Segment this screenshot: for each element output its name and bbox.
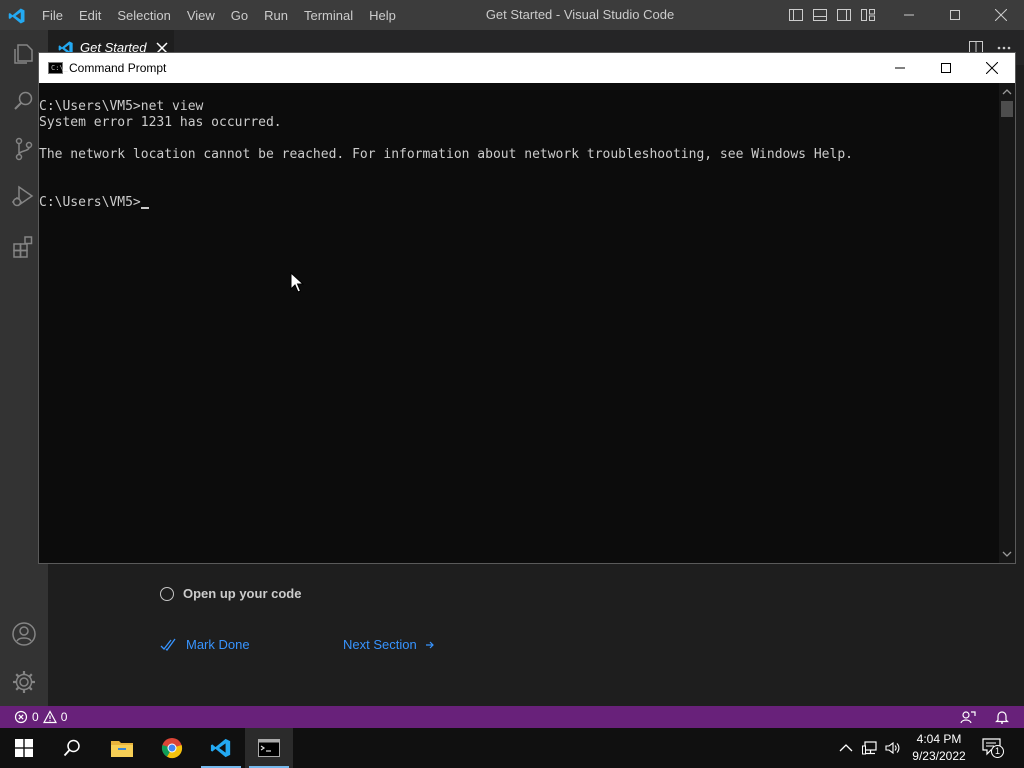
maximize-button[interactable] bbox=[932, 0, 978, 30]
network-icon[interactable] bbox=[862, 740, 878, 756]
double-check-icon bbox=[160, 638, 176, 651]
console-line: C:\Users\VM5>net view bbox=[39, 99, 204, 114]
menu-help[interactable]: Help bbox=[361, 8, 404, 23]
step-label: Open up your code bbox=[183, 586, 302, 601]
chrome-icon bbox=[161, 738, 183, 759]
notifications-bell-icon[interactable] bbox=[994, 709, 1010, 725]
menu-file[interactable]: File bbox=[34, 8, 71, 23]
console-output[interactable]: C:\Users\VM5>net view System error 1231 … bbox=[39, 83, 999, 563]
mouse-pointer-icon bbox=[290, 272, 304, 293]
manage-gear-icon[interactable] bbox=[10, 668, 38, 696]
cmd-window-controls bbox=[877, 53, 1015, 83]
cmd-title: Command Prompt bbox=[69, 61, 167, 75]
error-icon bbox=[14, 710, 28, 724]
minimize-button[interactable] bbox=[886, 0, 932, 30]
windows-taskbar: 4:04 PM 9/23/2022 1 bbox=[0, 728, 1024, 768]
cmd-app-icon: C:\_ bbox=[48, 62, 68, 74]
next-section-link[interactable]: Next Section bbox=[343, 637, 435, 652]
menu-edit[interactable]: Edit bbox=[71, 8, 109, 23]
scroll-down-arrow-icon[interactable] bbox=[1002, 549, 1012, 559]
walkthrough-step[interactable]: Open up your code bbox=[160, 586, 301, 601]
explorer-icon[interactable] bbox=[10, 40, 38, 68]
run-debug-icon[interactable] bbox=[10, 183, 38, 211]
taskbar-search-button[interactable] bbox=[48, 728, 96, 768]
vscode-window-controls bbox=[886, 0, 1024, 30]
notification-count-badge: 1 bbox=[991, 745, 1004, 758]
console-line: System error 1231 has occurred. bbox=[39, 115, 282, 130]
command-prompt-icon bbox=[258, 739, 280, 757]
customize-layout-icon[interactable] bbox=[860, 7, 876, 23]
feedback-icon[interactable] bbox=[960, 709, 976, 725]
clock-time: 4:04 PM bbox=[916, 732, 962, 746]
arrow-right-icon bbox=[425, 641, 434, 648]
toggle-primary-sidebar-icon[interactable] bbox=[788, 7, 804, 23]
error-count: 0 bbox=[32, 710, 39, 724]
text-cursor bbox=[140, 207, 149, 209]
cmd-minimize-button[interactable] bbox=[877, 53, 923, 83]
source-control-icon[interactable] bbox=[10, 135, 38, 163]
menu-go[interactable]: Go bbox=[223, 8, 256, 23]
taskbar-clock[interactable]: 4:04 PM 9/23/2022 bbox=[905, 731, 973, 765]
toggle-secondary-sidebar-icon[interactable] bbox=[836, 7, 852, 23]
search-icon[interactable] bbox=[10, 87, 38, 115]
console-prompt-line: C:\Users\VM5> bbox=[39, 195, 999, 211]
clock-date: 9/23/2022 bbox=[912, 749, 966, 763]
scroll-up-arrow-icon[interactable] bbox=[1002, 87, 1012, 97]
cmd-close-button[interactable] bbox=[969, 53, 1015, 83]
mark-done-label: Mark Done bbox=[186, 637, 250, 652]
scroll-thumb[interactable] bbox=[1001, 101, 1013, 117]
mark-done-link[interactable]: Mark Done bbox=[160, 637, 250, 652]
vscode-titlebar: File Edit Selection View Go Run Terminal… bbox=[0, 0, 1024, 30]
status-bar: 0 0 bbox=[0, 706, 1024, 728]
search-icon bbox=[63, 739, 80, 757]
warning-count: 0 bbox=[60, 710, 68, 724]
taskbar-command-prompt[interactable] bbox=[245, 728, 293, 768]
action-center-button[interactable]: 1 bbox=[982, 738, 1004, 758]
accounts-icon[interactable] bbox=[10, 620, 38, 648]
menu-bar: File Edit Selection View Go Run Terminal… bbox=[34, 0, 404, 30]
desktop: File Edit Selection View Go Run Terminal… bbox=[0, 0, 1024, 768]
console-prompt: C:\Users\VM5> bbox=[39, 195, 141, 210]
start-button[interactable] bbox=[0, 728, 48, 768]
problems-indicator[interactable]: 0 0 bbox=[14, 706, 67, 728]
taskbar-file-explorer[interactable] bbox=[98, 728, 146, 768]
cmd-scrollbar[interactable] bbox=[999, 83, 1015, 563]
vscode-icon bbox=[210, 738, 231, 758]
cmd-app-icon-text: C:\_ bbox=[51, 64, 68, 72]
volume-icon[interactable] bbox=[885, 740, 901, 756]
layout-controls bbox=[788, 7, 876, 23]
warning-icon bbox=[42, 710, 57, 724]
menu-terminal[interactable]: Terminal bbox=[296, 8, 361, 23]
toggle-panel-icon[interactable] bbox=[812, 7, 828, 23]
extensions-icon[interactable] bbox=[10, 233, 38, 261]
taskbar-vscode[interactable] bbox=[197, 728, 245, 768]
windows-start-icon bbox=[15, 739, 33, 757]
taskbar-chrome[interactable] bbox=[148, 728, 196, 768]
menu-run[interactable]: Run bbox=[256, 8, 296, 23]
menu-selection[interactable]: Selection bbox=[109, 8, 178, 23]
close-button[interactable] bbox=[978, 0, 1024, 30]
console-line: The network location cannot be reached. … bbox=[39, 147, 853, 162]
next-section-label: Next Section bbox=[343, 637, 417, 652]
window-title: Get Started - Visual Studio Code bbox=[485, 7, 675, 22]
command-prompt-window[interactable]: C:\_ Command Prompt C:\Users\VM5>net vie… bbox=[38, 52, 1016, 564]
file-explorer-icon bbox=[111, 741, 133, 757]
status-right-items bbox=[960, 709, 1010, 725]
menu-view[interactable]: View bbox=[179, 8, 223, 23]
chevron-up-icon[interactable] bbox=[838, 740, 854, 756]
cmd-maximize-button[interactable] bbox=[923, 53, 969, 83]
vscode-logo-icon[interactable] bbox=[8, 7, 26, 25]
cmd-titlebar[interactable]: C:\_ Command Prompt bbox=[39, 53, 1015, 83]
step-status-circle-icon bbox=[160, 586, 174, 601]
